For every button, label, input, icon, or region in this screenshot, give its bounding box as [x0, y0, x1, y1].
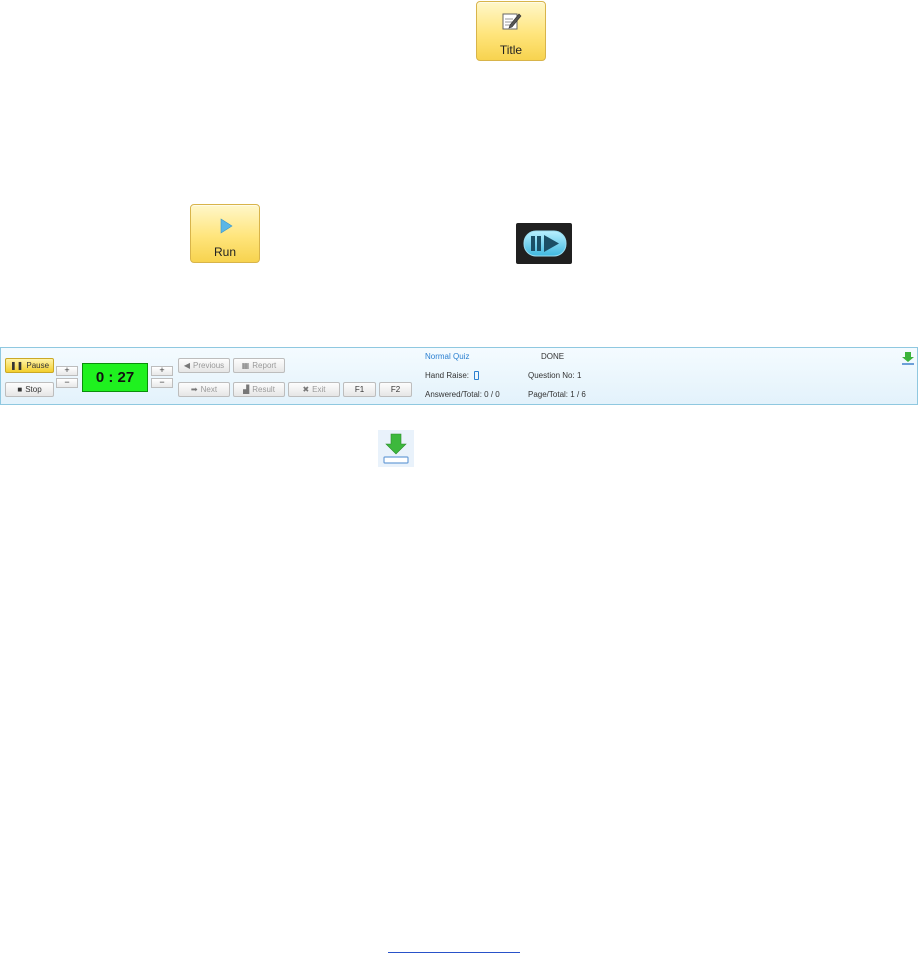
table-icon: ▦	[241, 361, 250, 370]
result-label: Result	[252, 385, 275, 394]
title-tile-button[interactable]: Title	[476, 1, 546, 61]
answered-total-value: 0 / 0	[484, 390, 500, 399]
run-tile-label: Run	[213, 245, 236, 259]
result-button[interactable]: ▟ Result	[233, 382, 285, 397]
answered-total-row: Answered/Total: 0 / 0	[425, 390, 500, 399]
arrow-right-icon: ➡	[190, 385, 198, 394]
report-label: Report	[252, 361, 277, 370]
hand-raise-row: Hand Raise:	[425, 371, 480, 381]
timer-minus-right[interactable]: −	[151, 378, 173, 388]
footer-link-underline[interactable]	[388, 952, 520, 953]
next-label: Next	[200, 385, 218, 394]
bar-chart-icon: ▟	[243, 385, 250, 394]
stop-label: Stop	[25, 385, 42, 394]
next-button[interactable]: ➡ Next	[178, 382, 230, 397]
run-tile-button[interactable]: Run	[190, 204, 260, 263]
answered-total-label: Answered/Total:	[425, 390, 482, 399]
previous-button[interactable]: ◀ Previous	[178, 358, 230, 373]
play-pause-icon	[523, 230, 567, 257]
exit-label: Exit	[312, 385, 326, 394]
timer-minus-left[interactable]: −	[56, 378, 78, 388]
question-no-row: Question No: 1	[528, 371, 581, 380]
stop-icon: ■	[17, 385, 23, 394]
play-pause-button[interactable]	[516, 223, 572, 264]
pause-label: Pause	[26, 361, 50, 370]
timer-plus-left[interactable]: +	[56, 366, 78, 376]
page-total-value: 1 / 6	[570, 390, 586, 399]
question-no-label: Question No:	[528, 371, 575, 380]
f2-button[interactable]: F2	[379, 382, 412, 397]
hand-raise-label: Hand Raise:	[425, 371, 470, 380]
download-icon[interactable]	[378, 430, 414, 467]
exit-button[interactable]: ✖ Exit	[288, 382, 340, 397]
quiz-state-label: DONE	[541, 352, 565, 361]
pause-button[interactable]: ❚❚ Pause	[5, 358, 54, 373]
page-total-label: Page/Total:	[528, 390, 569, 399]
play-icon	[220, 218, 233, 234]
pause-icon: ❚❚	[9, 361, 24, 370]
question-no-value: 1	[576, 371, 582, 380]
arrow-left-icon: ◀	[183, 361, 191, 370]
report-button[interactable]: ▦ Report	[233, 358, 285, 373]
page-total-row: Page/Total: 1 / 6	[528, 390, 586, 399]
f1-button[interactable]: F1	[343, 382, 376, 397]
close-icon: ✖	[302, 385, 310, 394]
stop-button[interactable]: ■ Stop	[5, 382, 54, 397]
quiz-mode-label: Normal Quiz	[425, 352, 470, 361]
hand-raise-indicator-icon	[474, 371, 480, 381]
title-tile-label: Title	[499, 43, 523, 57]
previous-label: Previous	[193, 361, 225, 370]
timer-plus-right[interactable]: +	[151, 366, 173, 376]
timer-display: 0 : 27	[82, 363, 148, 392]
edit-icon	[502, 13, 522, 30]
toolbar-download-icon[interactable]	[902, 352, 914, 365]
